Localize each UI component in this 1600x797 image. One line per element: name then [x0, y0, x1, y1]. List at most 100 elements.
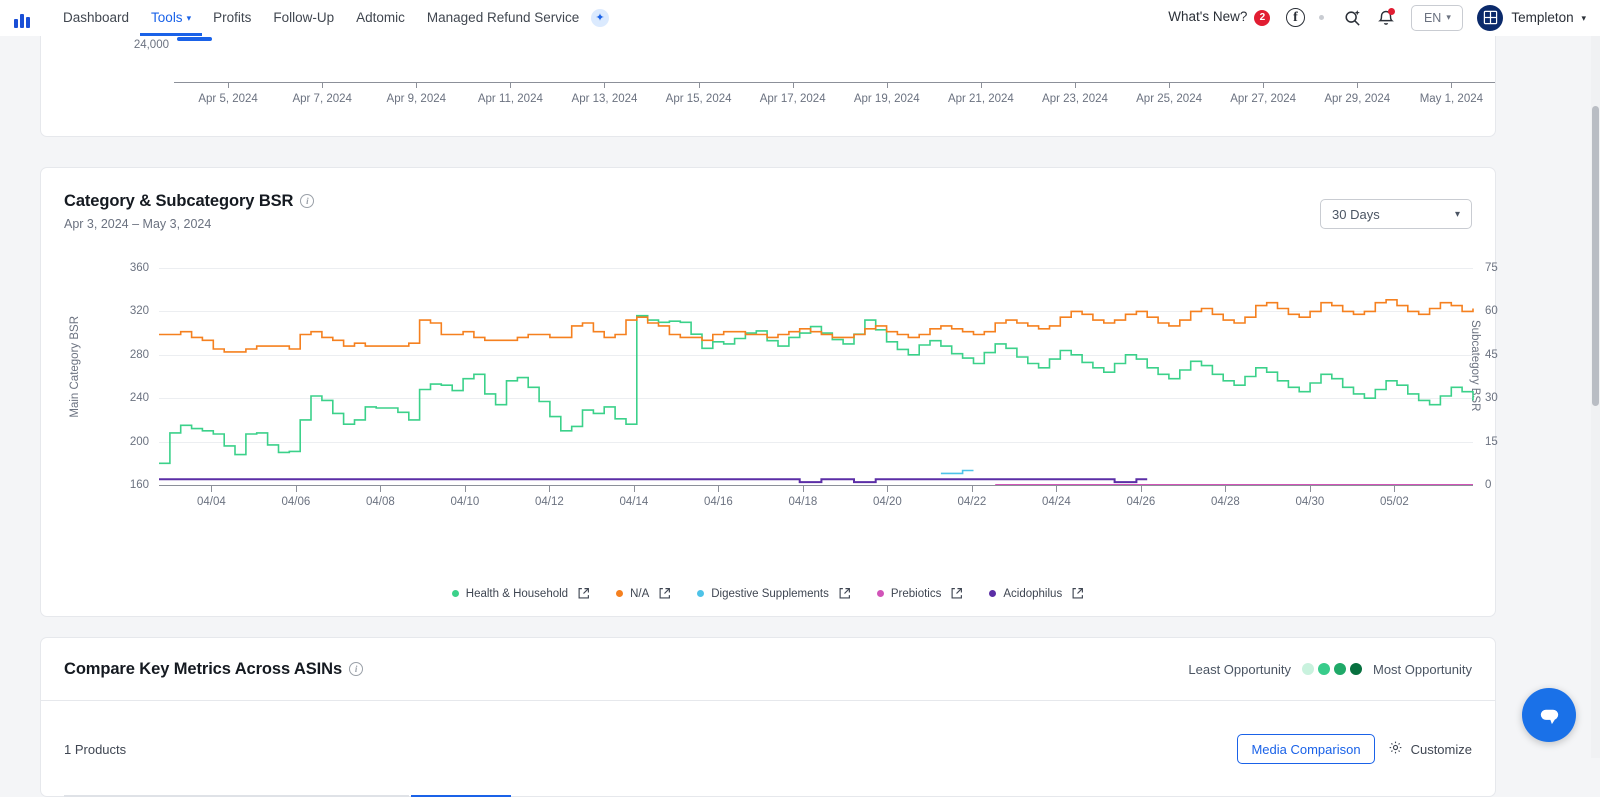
- info-icon[interactable]: i: [349, 661, 364, 676]
- user-menu-button[interactable]: Templeton ▾: [1511, 10, 1586, 25]
- customize-button[interactable]: Customize: [1388, 740, 1472, 758]
- bell-icon[interactable]: [1371, 3, 1401, 33]
- top-chart-x-label: Apr 7, 2024: [292, 93, 352, 105]
- legend-label: N/A: [630, 587, 650, 600]
- x-axis-tick: [380, 486, 382, 492]
- media-comparison-button[interactable]: Media Comparison: [1237, 734, 1375, 764]
- page-scroll-area: 25,000 24,000 Apr 5, 2024Apr 7, 2024Apr …: [0, 0, 1600, 797]
- top-chart-x-label: Apr 21, 2024: [947, 93, 1014, 105]
- bsr-x-axis: [159, 485, 1473, 486]
- top-chart-tick: [980, 82, 982, 88]
- nav-label: Dashboard: [63, 9, 130, 25]
- page-scrollbar-thumb[interactable]: [1592, 106, 1599, 406]
- top-chart-x-label: Apr 9, 2024: [386, 93, 447, 105]
- x-axis-tick-label: 05/02: [1380, 496, 1409, 508]
- external-link-icon[interactable]: [658, 587, 671, 600]
- media-comparison-label: Media Comparison: [1251, 741, 1361, 757]
- page-scrollbar-track[interactable]: [1591, 36, 1600, 758]
- legend-item-acidophilus[interactable]: Acidophilus: [989, 587, 1084, 600]
- external-link-icon[interactable]: [950, 587, 963, 600]
- chat-bubble-icon[interactable]: [1522, 688, 1576, 742]
- bsr-series-lines: [159, 299, 1474, 486]
- sparkle-icon: ✦: [591, 8, 610, 27]
- date-range-select[interactable]: 30 Days ▾: [1320, 199, 1472, 229]
- legend-item-digestive-supplements[interactable]: Digestive Supplements: [697, 587, 851, 600]
- top-chart-tick: [792, 82, 794, 88]
- legend-item-health-household[interactable]: Health & Household: [451, 587, 590, 600]
- external-link-icon[interactable]: [838, 587, 851, 600]
- nav-item-dashboard[interactable]: Dashboard: [52, 0, 140, 36]
- opportunity-swatch: [1350, 663, 1362, 675]
- series-line-digestive-supplements: [940, 469, 974, 475]
- top-chart-x-axis: [174, 82, 1495, 83]
- user-name-label: Templeton: [1511, 10, 1574, 25]
- top-chart-x-label: Apr 11, 2024: [477, 93, 543, 105]
- opportunity-legend: Least Opportunity Most Opportunity: [1188, 662, 1472, 677]
- notification-dot: [1388, 7, 1396, 15]
- customize-label: Customize: [1410, 741, 1472, 757]
- x-axis-tick: [1309, 486, 1311, 492]
- legend-item-n-a[interactable]: N/A: [616, 587, 671, 600]
- top-chart-tick: [1451, 82, 1453, 88]
- facebook-icon[interactable]: f: [1280, 3, 1310, 33]
- nav-item-tools[interactable]: Tools ▾: [140, 0, 203, 36]
- chevron-down-icon: ▾: [1581, 13, 1586, 23]
- nav-label: Managed Refund Service: [426, 9, 580, 25]
- app-logo-icon[interactable]: [14, 8, 34, 28]
- language-selector[interactable]: EN ▾: [1411, 4, 1464, 31]
- nav-item-profits[interactable]: Profits: [202, 0, 262, 36]
- top-nav-right-cluster: What's New? 2 f EN ▾ Templeton ▾: [1168, 3, 1600, 33]
- facebook-glyph: f: [1285, 8, 1305, 27]
- chevron-down-icon: ▾: [1446, 12, 1451, 22]
- compare-toolbar: Media Comparison Customize: [1237, 734, 1472, 764]
- nav-item-follow-up[interactable]: Follow-Up: [262, 0, 345, 36]
- top-chart-x-label: Apr 17, 2024: [759, 93, 826, 105]
- top-chart-x-label: Apr 19, 2024: [853, 93, 920, 105]
- x-axis-tick: [1394, 486, 1396, 492]
- legend-color-dot: [989, 590, 997, 597]
- external-link-icon[interactable]: [1071, 587, 1084, 600]
- nav-item-adtomic[interactable]: Adtomic: [345, 0, 416, 36]
- gear-icon: [1388, 740, 1403, 758]
- category-subcategory-bsr-card: Category & Subcategory BSR i Apr 3, 2024 …: [40, 167, 1498, 617]
- chevron-down-icon: ▾: [186, 12, 192, 23]
- top-chart-tick: [1074, 82, 1076, 88]
- top-navigation-bar: Dashboard Tools ▾ Profits Follow-Up Adtom…: [0, 0, 1600, 36]
- whats-new-button[interactable]: What's New? 2: [1168, 9, 1271, 26]
- legend-color-dot: [451, 590, 459, 597]
- nav-label: Follow-Up: [273, 9, 335, 25]
- x-axis-tick-label: 04/06: [281, 496, 311, 508]
- top-chart-x-label: Apr 5, 2024: [198, 93, 258, 105]
- x-axis-tick-label: 04/04: [197, 496, 226, 508]
- x-axis-tick-label: 04/20: [873, 496, 902, 508]
- top-chart-tick: [604, 82, 606, 88]
- products-count: 1 Products: [64, 741, 127, 757]
- nav-item-managed-refund-service[interactable]: Managed Refund Service ✦: [416, 0, 620, 36]
- x-axis-tick-label: 04/14: [619, 496, 649, 508]
- top-chart-x-label: Apr 15, 2024: [665, 93, 732, 105]
- legend-color-dot: [616, 590, 624, 597]
- series-line-acidophilus: [159, 478, 1148, 484]
- x-axis-tick-label: 04/08: [366, 496, 395, 508]
- legend-label: Acidophilus: [1003, 587, 1063, 600]
- info-icon[interactable]: i: [300, 194, 315, 208]
- x-axis-tick: [1140, 486, 1142, 492]
- least-opportunity-label: Least Opportunity: [1188, 661, 1291, 677]
- legend-item-prebiotics[interactable]: Prebiotics: [876, 587, 964, 600]
- most-opportunity-label: Most Opportunity: [1373, 661, 1472, 677]
- compare-title: Compare Key Metrics Across ASINs i: [64, 659, 364, 679]
- external-link-icon[interactable]: [577, 587, 590, 600]
- nav-label: Profits: [213, 9, 252, 25]
- bsr-title-text: Category & Subcategory BSR: [64, 192, 294, 210]
- avatar[interactable]: [1477, 4, 1504, 31]
- x-axis-tick-label: 04/18: [788, 496, 818, 508]
- opportunity-swatch: [1302, 663, 1314, 675]
- ai-search-icon[interactable]: [1337, 3, 1367, 33]
- top-chart-ytick: 24,000: [133, 39, 169, 51]
- compare-title-text: Compare Key Metrics Across ASINs: [64, 659, 343, 678]
- top-chart-tick: [1169, 82, 1171, 88]
- x-axis-tick: [464, 486, 466, 492]
- top-chart-x-label: Apr 25, 2024: [1136, 93, 1202, 105]
- opportunity-swatch: [1318, 663, 1330, 675]
- x-axis-tick: [1056, 486, 1058, 492]
